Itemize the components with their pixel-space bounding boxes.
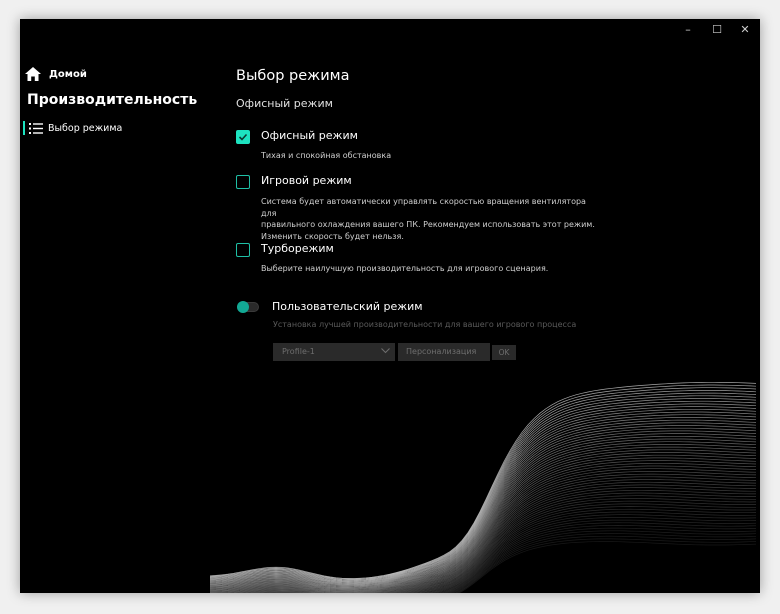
home-label: Домой bbox=[49, 68, 87, 80]
sidebar-item-mode-select[interactable]: Выбор режима bbox=[23, 120, 122, 136]
profile-select-value: Profile-1 bbox=[282, 347, 315, 356]
office-mode-checkbox[interactable] bbox=[236, 130, 250, 144]
sidebar: Домой Производительность Выбор режима bbox=[20, 19, 220, 593]
gaming-mode-label: Игровой режим bbox=[261, 174, 352, 187]
active-indicator bbox=[23, 121, 25, 135]
wave-line bbox=[209, 419, 757, 586]
wave-line bbox=[209, 392, 757, 581]
maximize-button[interactable]: ☐ bbox=[703, 19, 731, 41]
ok-button[interactable]: OK bbox=[492, 345, 516, 360]
custom-mode-description: Установка лучшей производительности для … bbox=[273, 320, 577, 329]
wave-line bbox=[209, 411, 757, 585]
sidebar-section-title: Производительность bbox=[27, 92, 198, 108]
home-icon bbox=[25, 67, 41, 81]
app-window: – ☐ ✕ Домой Производительность Выбор реж… bbox=[20, 19, 760, 593]
toggle-knob bbox=[237, 301, 249, 313]
page-title: Выбор режима bbox=[236, 68, 350, 84]
turbo-mode-label: Турборежим bbox=[261, 242, 334, 255]
profile-select[interactable]: Profile-1 bbox=[273, 343, 395, 361]
turbo-mode-description: Выберите наилучшую производительность дл… bbox=[261, 264, 549, 273]
current-mode-title: Офисный режим bbox=[236, 97, 333, 110]
office-mode-description: Тихая и спокойная обстановка bbox=[261, 151, 392, 160]
custom-mode-label: Пользовательский режим bbox=[272, 300, 423, 313]
list-icon bbox=[29, 122, 43, 134]
custom-mode-toggle[interactable] bbox=[237, 301, 259, 313]
checkmark-icon bbox=[238, 133, 248, 141]
sidebar-item-label: Выбор режима bbox=[48, 122, 123, 134]
minimize-button[interactable]: – bbox=[674, 19, 702, 41]
chevron-down-icon bbox=[381, 348, 390, 354]
turbo-mode-checkbox[interactable] bbox=[236, 243, 250, 257]
gaming-mode-description: Система будет автоматически управлять ск… bbox=[261, 197, 595, 241]
office-mode-label: Офисный режим bbox=[261, 129, 358, 142]
personalize-button[interactable]: Персонализация bbox=[398, 343, 490, 361]
home-link[interactable]: Домой bbox=[25, 67, 87, 81]
close-button[interactable]: ✕ bbox=[731, 19, 759, 41]
gaming-mode-checkbox[interactable] bbox=[236, 175, 250, 189]
